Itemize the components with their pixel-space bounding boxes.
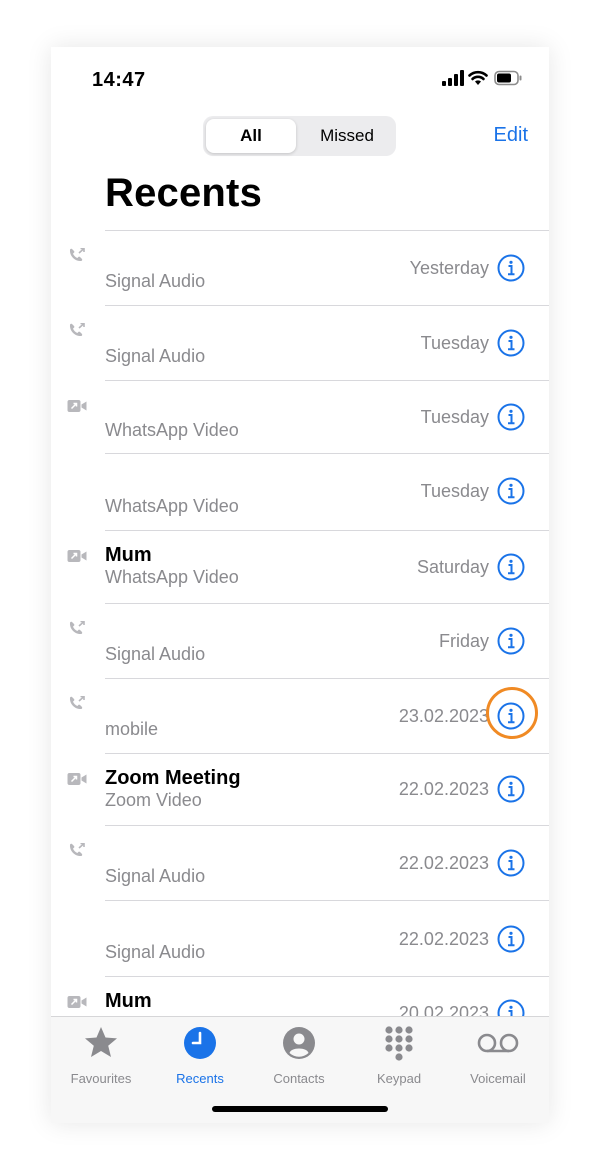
call-date: 22.02.2023 [398,853,489,873]
wifi-icon [468,70,488,85]
row-divider [105,753,549,754]
video-call-icon [67,400,87,412]
call-date: Saturday [416,557,489,577]
call-date: 22.02.2023 [398,779,489,799]
row-divider [105,900,549,901]
voicemail-icon [477,1033,519,1053]
row-divider [105,976,549,977]
call-row[interactable]: Signal Audio Tuesday [51,305,549,380]
call-row[interactable]: Mum WhatsApp Video Saturday [51,530,549,603]
video-call-icon [67,550,87,562]
phone-call-icon [69,621,85,635]
tab-voicemail[interactable]: Voicemail [448,1025,548,1086]
row-divider [105,453,549,454]
call-row[interactable]: Signal Audio 22.02.2023 [51,825,549,900]
row-divider [105,530,549,531]
row-divider [105,678,549,679]
home-indicator[interactable] [212,1106,388,1112]
row-divider [105,825,549,826]
edit-button[interactable]: Edit [494,124,528,147]
info-icon[interactable] [497,254,525,282]
tab-favourites[interactable]: Favourites [51,1025,151,1086]
call-row[interactable]: Signal Audio 22.02.2023 [51,900,549,976]
video-call-icon [67,996,87,1008]
call-type: Signal Audio [105,866,206,886]
call-type: Signal Audio [105,942,206,962]
tab-keypad[interactable]: Keypad [349,1025,449,1086]
tab-label: Keypad [376,1071,422,1086]
row-divider [105,603,549,604]
page-title: Recents [105,171,263,215]
contact-name: Mum [105,544,152,566]
call-date: Tuesday [420,481,489,501]
info-icon[interactable] [497,403,525,431]
row-divider [105,380,549,381]
call-type: Signal Audio [105,644,206,664]
video-call-icon [67,773,87,785]
call-type: Zoom Video [105,790,202,810]
tab-recents[interactable]: Recents [150,1025,250,1086]
call-type: WhatsApp Video [105,496,239,516]
call-type: Signal Audio [105,346,206,366]
info-icon[interactable] [497,553,525,581]
info-icon[interactable] [497,775,525,803]
call-row[interactable]: Signal Audio Friday [51,603,549,678]
call-date: 23.02.2023 [398,706,489,726]
call-type: mobile [105,719,159,739]
call-row[interactable]: mobile 23.02.2023 [51,678,549,753]
info-icon[interactable] [497,477,525,505]
keypad-icon [385,1026,413,1061]
info-icon[interactable] [497,925,525,953]
phone-call-icon [69,843,85,857]
phone-call-icon [69,248,85,262]
tab-contacts[interactable]: Contacts [249,1025,349,1086]
row-divider [105,305,549,306]
contact-name: Mum [105,990,152,1012]
call-type: WhatsApp Video [105,567,239,587]
clock-icon [184,1027,216,1059]
phone-screen: 14:47 All Missed Edit Recents Signal Aud… [51,47,549,1123]
phone-call-icon [69,696,85,710]
call-row[interactable]: Zoom Meeting Zoom Video 22.02.2023 [51,753,549,825]
tab-label: Voicemail [470,1071,526,1086]
call-date: Tuesday [420,407,489,427]
info-icon[interactable] [497,849,525,877]
contact-name: Zoom Meeting [105,767,241,789]
segment-missed[interactable]: Missed [301,119,393,153]
tab-label: Contacts [273,1071,325,1086]
call-date: Yesterday [409,258,489,278]
call-type: WhatsApp Video [105,420,239,440]
call-row[interactable]: WhatsApp Video Tuesday [51,453,549,530]
star-icon [85,1027,117,1057]
call-filter-segmented-control: All Missed [203,116,396,156]
phone-call-icon [69,323,85,337]
call-type: Signal Audio [105,271,206,291]
call-row[interactable]: WhatsApp Video Tuesday [51,380,549,453]
info-icon[interactable] [497,329,525,357]
call-row[interactable]: Signal Audio Yesterday [51,230,549,305]
call-date: Friday [438,631,489,651]
info-icon[interactable] [497,627,525,655]
tab-label: Favourites [70,1071,132,1086]
segment-all[interactable]: All [206,119,296,153]
call-date: 22.02.2023 [398,929,489,949]
tab-label: Recents [176,1071,224,1086]
person-icon [283,1027,315,1059]
call-date: Tuesday [420,333,489,353]
highlight-ring [486,687,538,739]
battery-icon [494,70,522,86]
cellular-signal-icon [442,70,464,86]
status-time: 14:47 [92,69,146,91]
row-divider [105,230,549,231]
